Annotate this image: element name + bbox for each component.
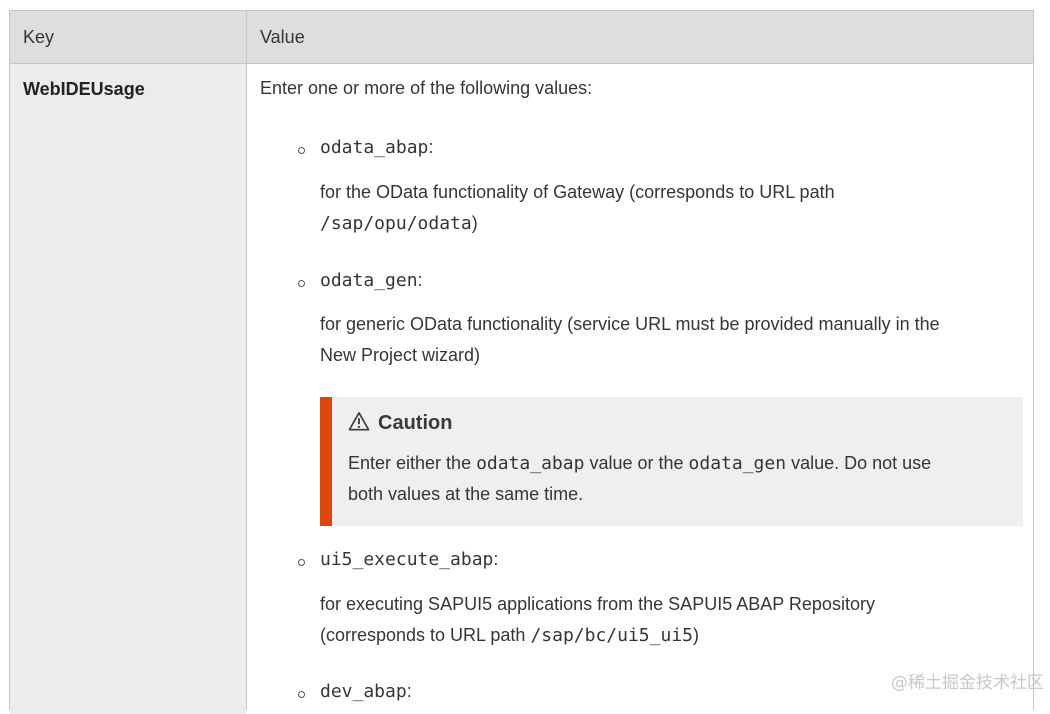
caution-text: Enter either the odata_abap value or the…: [348, 453, 932, 504]
watermark: @稀土掘金技术社区: [891, 673, 1044, 693]
bullet-icon: [298, 280, 305, 287]
key-name: WebIDEUsage: [23, 79, 145, 99]
header-value: Value: [260, 27, 305, 47]
caution-box: Caution Enter either the odata_abap valu…: [320, 397, 1023, 526]
bullet-icon: [298, 147, 305, 154]
table-header: Key Value: [10, 11, 1033, 64]
item-name: odata_abap:: [320, 137, 434, 158]
item-description: for the OData functionality of Gateway (…: [320, 182, 835, 234]
item-name: dev_abap:: [320, 681, 412, 702]
item-name: ui5_execute_abap:: [320, 549, 499, 570]
value-intro: Enter one or more of the following value…: [260, 78, 593, 98]
bullet-icon: [298, 559, 305, 566]
warning-triangle-icon: [348, 412, 370, 431]
item-description: for executing SAPUI5 applications from t…: [320, 594, 875, 646]
properties-table: Key Value WebIDEUsage Enter one or more …: [9, 10, 1034, 714]
key-cell: WebIDEUsage: [10, 64, 246, 714]
item-description: for generic OData functionality (service…: [320, 314, 940, 365]
caution-title: Caution: [348, 411, 452, 435]
column-divider: [246, 11, 247, 710]
header-key: Key: [23, 27, 55, 47]
item-name: odata_gen:: [320, 270, 423, 291]
